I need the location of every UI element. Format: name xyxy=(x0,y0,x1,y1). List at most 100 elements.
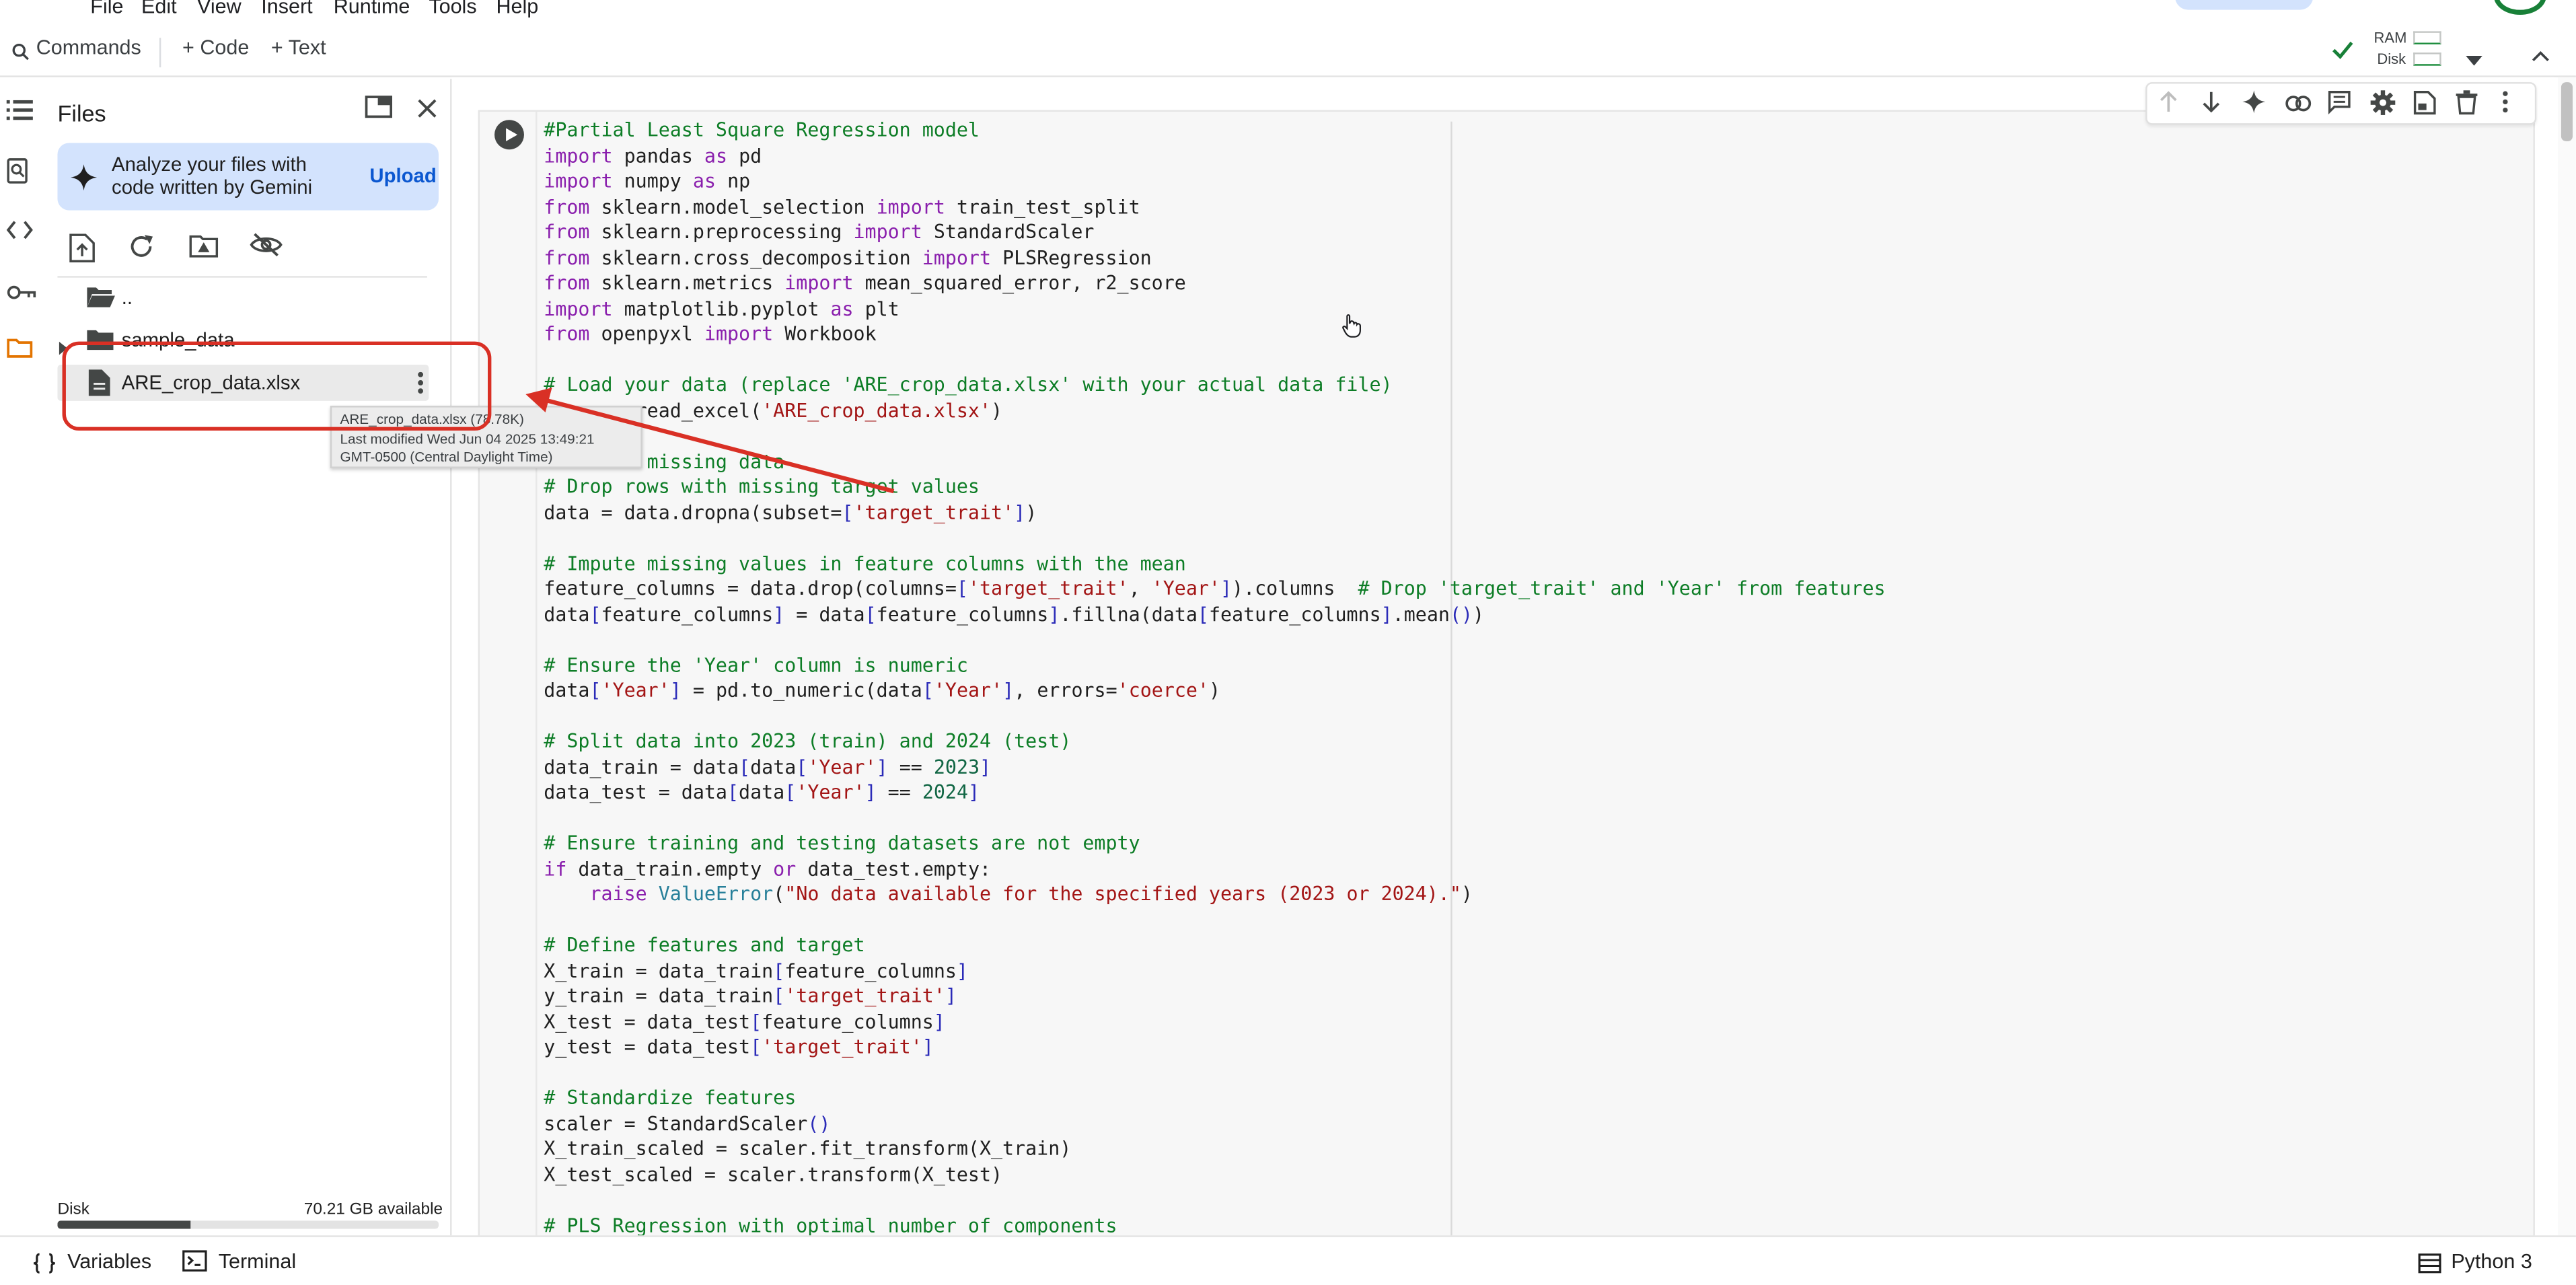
code-cell[interactable]: #Partial Least Square Regression model im… xyxy=(478,110,2535,1263)
code-token: feature_columns = data.drop(columns= xyxy=(544,577,957,600)
more-vert-icon[interactable] xyxy=(417,371,424,402)
code-token: ] xyxy=(956,958,968,982)
menu-tools[interactable]: Tools xyxy=(429,0,476,18)
gemini-analyze-card[interactable]: Analyze your files with code written by … xyxy=(57,143,439,211)
collapse-header-icon[interactable] xyxy=(2532,41,2550,71)
gear-icon[interactable] xyxy=(2370,90,2397,116)
code-token: ] xyxy=(922,1035,934,1058)
code-line: feature_columns = data.drop(columns=['ta… xyxy=(544,577,1885,602)
tooltip-timezone: GMT-0500 (Central Daylight Time) xyxy=(340,448,553,466)
code-line: data[feature_columns] = data[feature_col… xyxy=(544,602,1885,628)
search-icon xyxy=(11,40,30,69)
more-vert-icon[interactable] xyxy=(2502,90,2528,116)
code-token: from xyxy=(544,322,590,345)
connected-check-icon[interactable] xyxy=(2331,38,2354,69)
refresh-icon[interactable] xyxy=(128,233,161,263)
toolbar-divider xyxy=(159,38,161,68)
ram-meter[interactable] xyxy=(2413,31,2441,44)
code-editor[interactable]: #Partial Least Square Regression model im… xyxy=(544,118,1885,1239)
disk-meter[interactable] xyxy=(2413,52,2441,66)
open-in-tab-icon[interactable] xyxy=(365,96,393,126)
link-icon[interactable] xyxy=(2285,90,2312,116)
delete-icon[interactable] xyxy=(2456,90,2482,116)
add-code-button[interactable]: + Code xyxy=(182,36,249,59)
tree-item-label: sample_data xyxy=(121,328,235,352)
move-down-icon[interactable] xyxy=(2200,90,2226,116)
code-token: feature_columns xyxy=(762,1009,934,1033)
table-of-contents-icon[interactable] xyxy=(6,99,36,128)
avatar[interactable] xyxy=(2493,0,2546,15)
upload-file-icon[interactable] xyxy=(69,233,102,263)
close-icon[interactable] xyxy=(417,97,437,126)
run-cell-button[interactable] xyxy=(494,120,524,150)
notebook-scrollbar[interactable] xyxy=(2558,77,2576,1236)
code-token: PLSRegression xyxy=(991,246,1152,269)
mirror-cell-icon[interactable] xyxy=(2413,90,2439,116)
runtime-icon xyxy=(2418,1252,2441,1282)
tree-item-parent[interactable]: .. xyxy=(57,279,429,316)
hide-files-icon[interactable] xyxy=(250,233,283,263)
add-text-button[interactable]: + Text xyxy=(271,36,326,59)
mount-drive-icon[interactable] xyxy=(189,233,222,263)
folder-icon xyxy=(85,328,115,359)
code-line: import matplotlib.pyplot as plt xyxy=(544,297,1885,322)
code-token: ] xyxy=(1014,500,1026,523)
tree-item-are-crop-data[interactable]: ARE_crop_data.xlsx xyxy=(57,365,429,401)
commands-button[interactable]: Commands xyxy=(36,36,141,59)
code-token: = data xyxy=(784,601,865,626)
gemini-analyze-text: Analyze your files with code written by … xyxy=(112,153,313,199)
chevron-down-icon[interactable] xyxy=(2466,44,2482,74)
secrets-key-icon[interactable] xyxy=(7,279,36,309)
disk-label: Disk xyxy=(57,1201,89,1219)
code-token: np xyxy=(716,169,751,192)
code-token: [ xyxy=(589,601,601,626)
tooltip-filename: ARE_crop_data.xlsx (78.78K) xyxy=(340,410,524,427)
caret-right-icon[interactable] xyxy=(59,334,68,363)
menu-file[interactable]: File xyxy=(90,0,123,18)
upload-button[interactable]: Upload xyxy=(369,164,436,187)
code-token: 'Year' xyxy=(796,780,865,804)
code-line: X_test = data_test[feature_columns] xyxy=(544,1010,1885,1035)
notebook-toolbar: Commands + Code + Text RAM Disk xyxy=(0,26,2576,77)
code-token: # Split data into 2023 (train) and 2024 … xyxy=(544,729,1072,753)
move-up-icon[interactable] xyxy=(2157,90,2183,116)
status-bar: Variables Terminal Python 3 xyxy=(0,1235,2576,1285)
code-token: data xyxy=(750,755,797,778)
code-token: 'target_trait' xyxy=(762,1035,922,1058)
runtime-type[interactable]: Python 3 xyxy=(2451,1250,2532,1273)
code-line: import numpy as np xyxy=(544,170,1885,195)
share-button[interactable] xyxy=(2175,0,2314,10)
find-replace-icon[interactable] xyxy=(7,157,36,187)
disk-usage-fill xyxy=(57,1220,191,1229)
files-panel: Files Analyze your files with code writt… xyxy=(44,79,452,1236)
code-line: #Partial Least Square Regression model xyxy=(544,118,1885,144)
code-token: 'ARE_crop_data.xlsx' xyxy=(762,398,992,422)
menu-help[interactable]: Help xyxy=(496,0,538,18)
code-token: feature_columns xyxy=(601,601,774,626)
code-token: [ xyxy=(589,678,601,702)
code-token: data_train.empty xyxy=(566,856,774,880)
code-token: y_train = data_train xyxy=(544,984,774,1007)
code-token: import xyxy=(876,194,945,218)
scrollbar-thumb[interactable] xyxy=(2561,82,2573,142)
code-line: from sklearn.cross_decomposition import … xyxy=(544,246,1885,271)
hand-cursor-icon xyxy=(1342,314,1362,346)
tree-item-sample-data[interactable]: sample_data xyxy=(57,322,429,359)
code-token: data_train = data xyxy=(544,755,739,778)
menu-view[interactable]: View xyxy=(197,0,242,18)
menu-runtime[interactable]: Runtime xyxy=(334,0,410,18)
menu-edit[interactable]: Edit xyxy=(141,0,177,18)
code-token: [ xyxy=(956,577,968,600)
code-snippets-icon[interactable] xyxy=(6,219,36,248)
code-token: # PLS Regression with optimal number of … xyxy=(544,1213,1117,1237)
code-token: import xyxy=(704,322,774,345)
variables-button[interactable]: Variables xyxy=(67,1250,151,1273)
gemini-sparkle-icon[interactable] xyxy=(2242,90,2269,116)
comment-icon[interactable] xyxy=(2328,90,2354,116)
tree-item-label: .. xyxy=(121,285,133,309)
menu-insert[interactable]: Insert xyxy=(261,0,312,18)
folder-icon[interactable] xyxy=(7,337,36,367)
terminal-button[interactable]: Terminal xyxy=(219,1250,296,1273)
code-token: 'target_trait' xyxy=(853,500,1015,523)
